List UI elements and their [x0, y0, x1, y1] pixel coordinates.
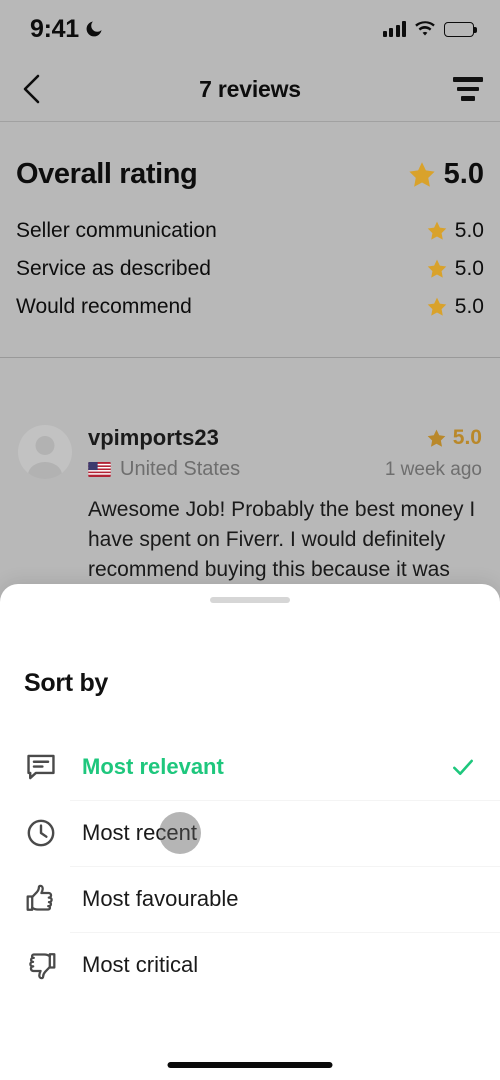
thumbs-down-icon — [29, 953, 56, 980]
star-filled-icon — [427, 221, 447, 240]
cellular-signal-icon — [382, 21, 406, 37]
back-button[interactable] — [0, 58, 64, 120]
review-timestamp: 1 week ago — [384, 458, 482, 480]
rating-breakdown-label: Seller communication — [16, 219, 217, 242]
rating-breakdown-row: Would recommend 5.0 — [16, 295, 484, 319]
star-filled-icon — [409, 161, 435, 187]
overall-rating-label: Overall rating — [16, 158, 198, 190]
sort-filter-button[interactable] — [436, 58, 500, 120]
review-username[interactable]: vpimports23 — [88, 425, 219, 451]
thumbs-up-icon — [26, 884, 53, 911]
rating-breakdown-row: Seller communication 5.0 — [16, 219, 484, 243]
sort-option-label: Most critical — [82, 952, 199, 977]
rating-breakdown-label: Service as described — [16, 257, 211, 280]
speech-bubble-icon — [27, 754, 55, 780]
wifi-icon — [415, 20, 435, 36]
overall-rating-score: 5.0 — [443, 158, 484, 190]
sort-option-most-favourable[interactable]: Most favourable — [0, 866, 500, 932]
sheet-title: Sort by — [24, 669, 109, 697]
status-bar-time: 9:41 — [30, 14, 79, 43]
navigation-bar: 7 reviews — [0, 58, 500, 120]
user-avatar-placeholder-icon — [18, 425, 72, 479]
rating-breakdown-score: 5.0 — [454, 295, 484, 318]
flag-united-states-icon — [88, 462, 111, 477]
home-indicator — [167, 1062, 333, 1068]
star-filled-icon — [427, 429, 446, 447]
chevron-left-icon — [23, 74, 40, 104]
sort-option-label: Most favourable — [82, 886, 239, 911]
battery-full-icon — [444, 21, 477, 37]
page-title: 7 reviews — [199, 75, 301, 102]
sort-option-most-relevant[interactable]: Most relevant — [0, 734, 500, 800]
sort-options-list: Most relevant Most recent Most favourabl… — [0, 734, 500, 998]
sort-option-label: Most relevant — [82, 754, 224, 779]
rating-breakdown-label: Would recommend — [16, 295, 192, 318]
reviews-screen: 9:41 7 reviews Overall rating 5.0 Seller… — [0, 0, 500, 1080]
star-filled-icon — [427, 297, 447, 316]
sort-bottom-sheet: Sort by Most relevant Most recent Most f… — [0, 584, 500, 1080]
ratings-summary: Overall rating 5.0 Seller communication … — [0, 122, 500, 355]
sort-filter-icon — [453, 77, 483, 82]
rating-breakdown-score: 5.0 — [454, 219, 484, 242]
review-country: United States — [120, 458, 241, 480]
section-divider — [0, 357, 500, 358]
status-bar: 9:41 — [0, 0, 500, 58]
crescent-moon-icon — [86, 21, 102, 37]
sort-option-most-recent[interactable]: Most recent — [0, 800, 500, 866]
sort-option-label: Most recent — [82, 820, 197, 845]
rating-breakdown-row: Service as described 5.0 — [16, 257, 484, 281]
rating-breakdown-score: 5.0 — [454, 257, 484, 280]
sort-option-most-critical[interactable]: Most critical — [0, 932, 500, 998]
checkmark-icon — [453, 759, 473, 776]
star-filled-icon — [427, 259, 447, 278]
overall-rating-row: Overall rating 5.0 — [16, 158, 484, 191]
review-rating-score: 5.0 — [452, 426, 482, 449]
status-bar-right — [382, 20, 477, 38]
overall-rating-value: 5.0 — [407, 158, 484, 191]
review-rating: 5.0 — [426, 426, 482, 450]
status-bar-left: 9:41 — [30, 15, 104, 44]
clock-icon — [27, 819, 55, 847]
